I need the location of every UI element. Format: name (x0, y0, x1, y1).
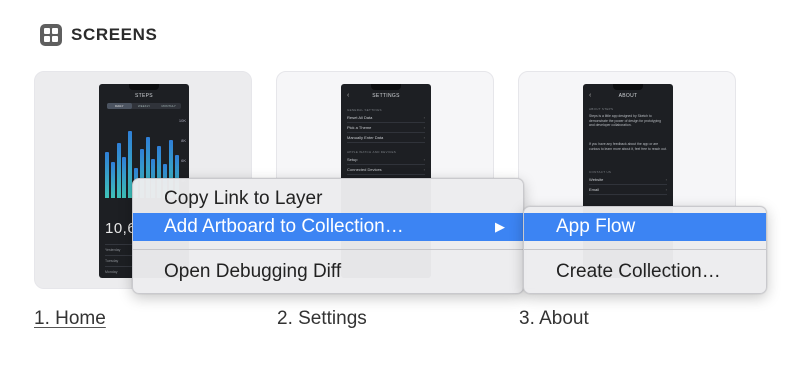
phone-title: ABOUT (618, 93, 638, 99)
menu-item-copy-link[interactable]: Copy Link to Layer (133, 185, 523, 213)
segment-weekly: WEEKLY (137, 104, 151, 108)
chart-bar (110, 162, 115, 198)
about-row: Website (589, 176, 667, 185)
section-title: SCREENS (71, 25, 158, 44)
menu-separator (133, 249, 523, 250)
list-item: Tuesday (105, 259, 119, 263)
collection-submenu: App Flow Create Collection… (523, 206, 767, 294)
section-header: SCREENS (40, 22, 157, 48)
about-paragraph: Steps is a little app designed by Sketch… (589, 114, 661, 128)
submenu-arrow-icon: ▶ (495, 219, 505, 234)
settings-group-header: GENERAL SETTINGS (347, 108, 382, 112)
chart-bar (105, 151, 109, 198)
settings-group-header: APPLE WATCH AND DEVICES (347, 150, 397, 154)
about-group-header: CONTACT US (589, 170, 612, 174)
artboard-label-about[interactable]: 3. About (519, 308, 589, 330)
menu-item-label: App Flow (556, 216, 636, 237)
menu-item-add-to-collection[interactable]: Add Artboard to Collection… ▶ (133, 213, 523, 241)
menu-item-label: Open Debugging Diff (164, 261, 342, 282)
y-tick: 6K (181, 158, 186, 163)
list-item: Monday (105, 270, 118, 274)
menu-separator (524, 249, 766, 250)
artboard-label-settings[interactable]: 2. Settings (277, 308, 367, 330)
menu-item-label: Add Artboard to Collection… (164, 216, 404, 237)
y-tick: 10K (178, 118, 186, 123)
about-group-header: ABOUT STEPS (589, 107, 614, 111)
y-tick: 8K (181, 138, 186, 143)
settings-row: Setup (347, 156, 425, 165)
artboard-link-home[interactable]: 1. Home (34, 308, 106, 330)
segment-daily: DAILY (107, 103, 132, 109)
settings-row: Connected Devices (347, 166, 425, 175)
settings-row: Reset All Data (347, 114, 425, 123)
grid-layout-icon (40, 24, 62, 46)
menu-item-open-debugging-diff[interactable]: Open Debugging Diff (133, 258, 523, 286)
submenu-item-app-flow[interactable]: App Flow (524, 213, 766, 241)
phone-title: STEPS (135, 93, 153, 99)
chart-bar (122, 156, 127, 198)
about-row: Email (589, 186, 667, 195)
context-menu: Copy Link to Layer Add Artboard to Colle… (132, 178, 524, 294)
menu-item-label: Create Collection… (556, 261, 721, 282)
about-paragraph: If you have any feedback about the app o… (589, 142, 667, 151)
list-item: Yesterday (105, 248, 121, 252)
phone-title: SETTINGS (372, 93, 400, 99)
settings-row: Pick a Theme (347, 124, 425, 133)
segment-monthly: MONTHLY (161, 104, 176, 108)
segmented-control: DAILY WEEKLY MONTHLY (107, 103, 181, 109)
settings-row: Manually Enter Data (347, 134, 425, 143)
chart-bar (116, 142, 121, 198)
submenu-item-create-collection[interactable]: Create Collection… (524, 258, 766, 286)
menu-item-label: Copy Link to Layer (164, 188, 323, 209)
